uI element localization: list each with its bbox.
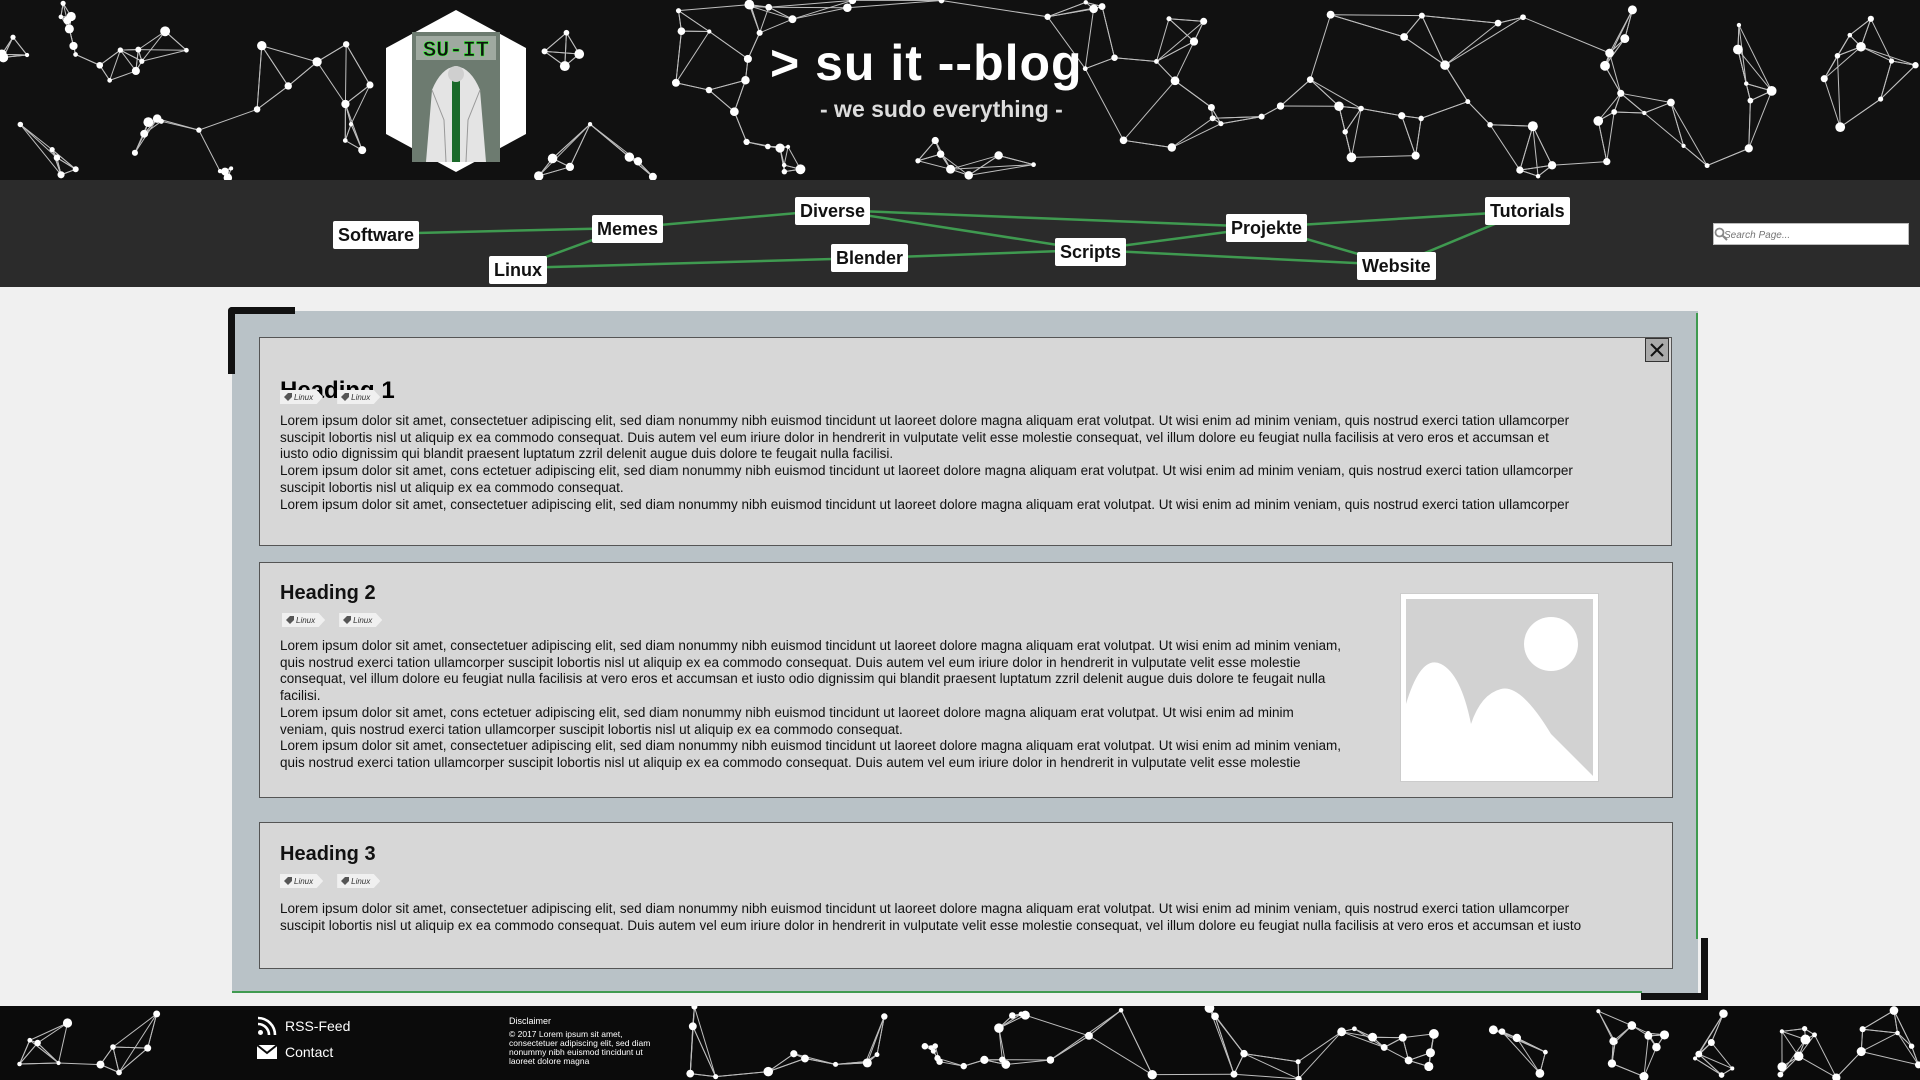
post-tags: Linux Linux	[280, 390, 381, 404]
post-body: Lorem ipsum dolor sit amet, consectetuer…	[280, 638, 1390, 772]
nav-item-linux[interactable]: Linux	[489, 256, 547, 284]
tag-label: Linux	[294, 392, 314, 402]
post-text-line: Lorem ipsum dolor sit amet, consectetuer…	[280, 738, 1342, 754]
rss-feed-link[interactable]: RSS-Feed	[257, 1016, 350, 1036]
close-button[interactable]	[1645, 338, 1669, 362]
tag-label: Linux	[296, 615, 316, 625]
nav-connector-lines	[374, 208, 1527, 270]
search-input[interactable]	[1722, 225, 1886, 245]
nav-item-scripts[interactable]: Scripts	[1055, 238, 1127, 266]
nav-item-website[interactable]: Website	[1357, 252, 1436, 280]
tag[interactable]: Linux	[280, 390, 324, 404]
tag-icon	[284, 877, 292, 885]
tag[interactable]: Linux	[337, 390, 381, 404]
post-text-line: suscipit lobortis nisl ut aliquip ex ea …	[280, 917, 1582, 933]
post-text-line: Lorem ipsum dolor sit amet, consectetuer…	[280, 901, 1570, 916]
nav-item-memes[interactable]: Memes	[592, 215, 664, 243]
post-text-line: suscipit lobortis nisl ut aliquip ex ea …	[280, 429, 1549, 445]
post-tags: Linux Linux	[280, 874, 381, 888]
image-placeholder-icon	[1406, 599, 1593, 776]
nav-item-diverse[interactable]: Diverse	[795, 197, 871, 225]
site-header: SU-IT > su it --blog - we sudo everythin…	[0, 0, 1920, 180]
post-body: Lorem ipsum dolor sit amet, consectetuer…	[280, 413, 1660, 513]
nav-item-blender[interactable]: Blender	[831, 244, 909, 272]
contact-label: Contact	[285, 1044, 334, 1060]
nav-item-tutorials[interactable]: Tutorials	[1485, 197, 1570, 225]
post-body: Lorem ipsum dolor sit amet, consectetuer…	[280, 901, 1665, 934]
search-icon[interactable]	[1714, 227, 1728, 241]
logo-text: SU-IT	[423, 38, 489, 63]
tag[interactable]: Linux	[282, 613, 326, 627]
post-text-line: veniam, quis nostrud exerci tation ullam…	[280, 721, 903, 737]
tag-label: Linux	[351, 392, 371, 402]
post-heading[interactable]: Heading 2	[280, 582, 376, 605]
post-text-line: Lorem ipsum dolor sit amet, consectetuer…	[280, 496, 1570, 512]
post-image[interactable]	[1400, 593, 1599, 782]
tag[interactable]: Linux	[337, 874, 381, 888]
panel-accent-line	[232, 991, 1642, 993]
post-text-line: Lorem ipsum dolor sit amet, cons ectetue…	[280, 704, 1294, 720]
search-box[interactable]	[1713, 223, 1909, 245]
post-text-line: quis nostrud exerci tation ullamcorper s…	[280, 654, 1301, 670]
post-text-line: quis nostrud exerci tation ullamcorper s…	[280, 754, 1301, 770]
disclaimer-title[interactable]: Disclaimer	[509, 1016, 551, 1026]
post-heading[interactable]: Heading 3	[280, 843, 376, 866]
tag-icon	[284, 393, 292, 401]
rss-icon	[257, 1016, 277, 1036]
tag[interactable]: Linux	[280, 874, 324, 888]
tag-label: Linux	[351, 876, 371, 886]
post-tags: Linux Linux	[282, 613, 383, 627]
post-text-line: Lorem ipsum dolor sit amet, cons ectetue…	[280, 463, 1573, 479]
site-tagline: - we sudo everything -	[820, 96, 1063, 122]
post-text-line: consequat, vel illum dolore eu feugiat n…	[280, 671, 1326, 687]
tag-icon	[341, 393, 350, 401]
nav-item-projekte[interactable]: Projekte	[1226, 214, 1308, 242]
tag-label: Linux	[353, 615, 373, 625]
post-text-line: facilisi.	[280, 688, 321, 704]
contact-link[interactable]: Contact	[257, 1044, 333, 1060]
tag[interactable]: Linux	[339, 613, 383, 627]
disclaimer-text: © 2017 Lorem ipsum sit amet, consectetue…	[509, 1029, 651, 1066]
nav-item-software[interactable]: Software	[333, 221, 420, 249]
tag-label: Linux	[294, 876, 314, 886]
post-text-line: iusto odio dignissim qui blandit praesen…	[280, 446, 894, 462]
mail-icon	[257, 1044, 277, 1059]
site-footer: RSS-Feed Contact Disclaimer © 2017 Lorem…	[0, 1006, 1920, 1080]
post-text-line: suscipit lobortis nisl ut aliquip ex ea …	[280, 479, 624, 495]
main-navigation: Software Linux Memes Diverse Blender Scr…	[0, 180, 1920, 287]
site-title[interactable]: > su it --blog	[770, 34, 1083, 92]
post-card	[259, 822, 1673, 969]
tag-icon	[343, 616, 352, 624]
panel-accent-line	[1696, 313, 1698, 939]
tag-icon	[286, 616, 294, 624]
close-icon	[1650, 343, 1664, 357]
tag-icon	[341, 877, 350, 885]
post-text-line: Lorem ipsum dolor sit amet, consectetuer…	[280, 413, 1570, 428]
site-logo[interactable]: SU-IT	[386, 10, 526, 172]
post-text-line: Lorem ipsum dolor sit amet, consectetuer…	[280, 638, 1342, 653]
rss-feed-label: RSS-Feed	[285, 1018, 351, 1034]
